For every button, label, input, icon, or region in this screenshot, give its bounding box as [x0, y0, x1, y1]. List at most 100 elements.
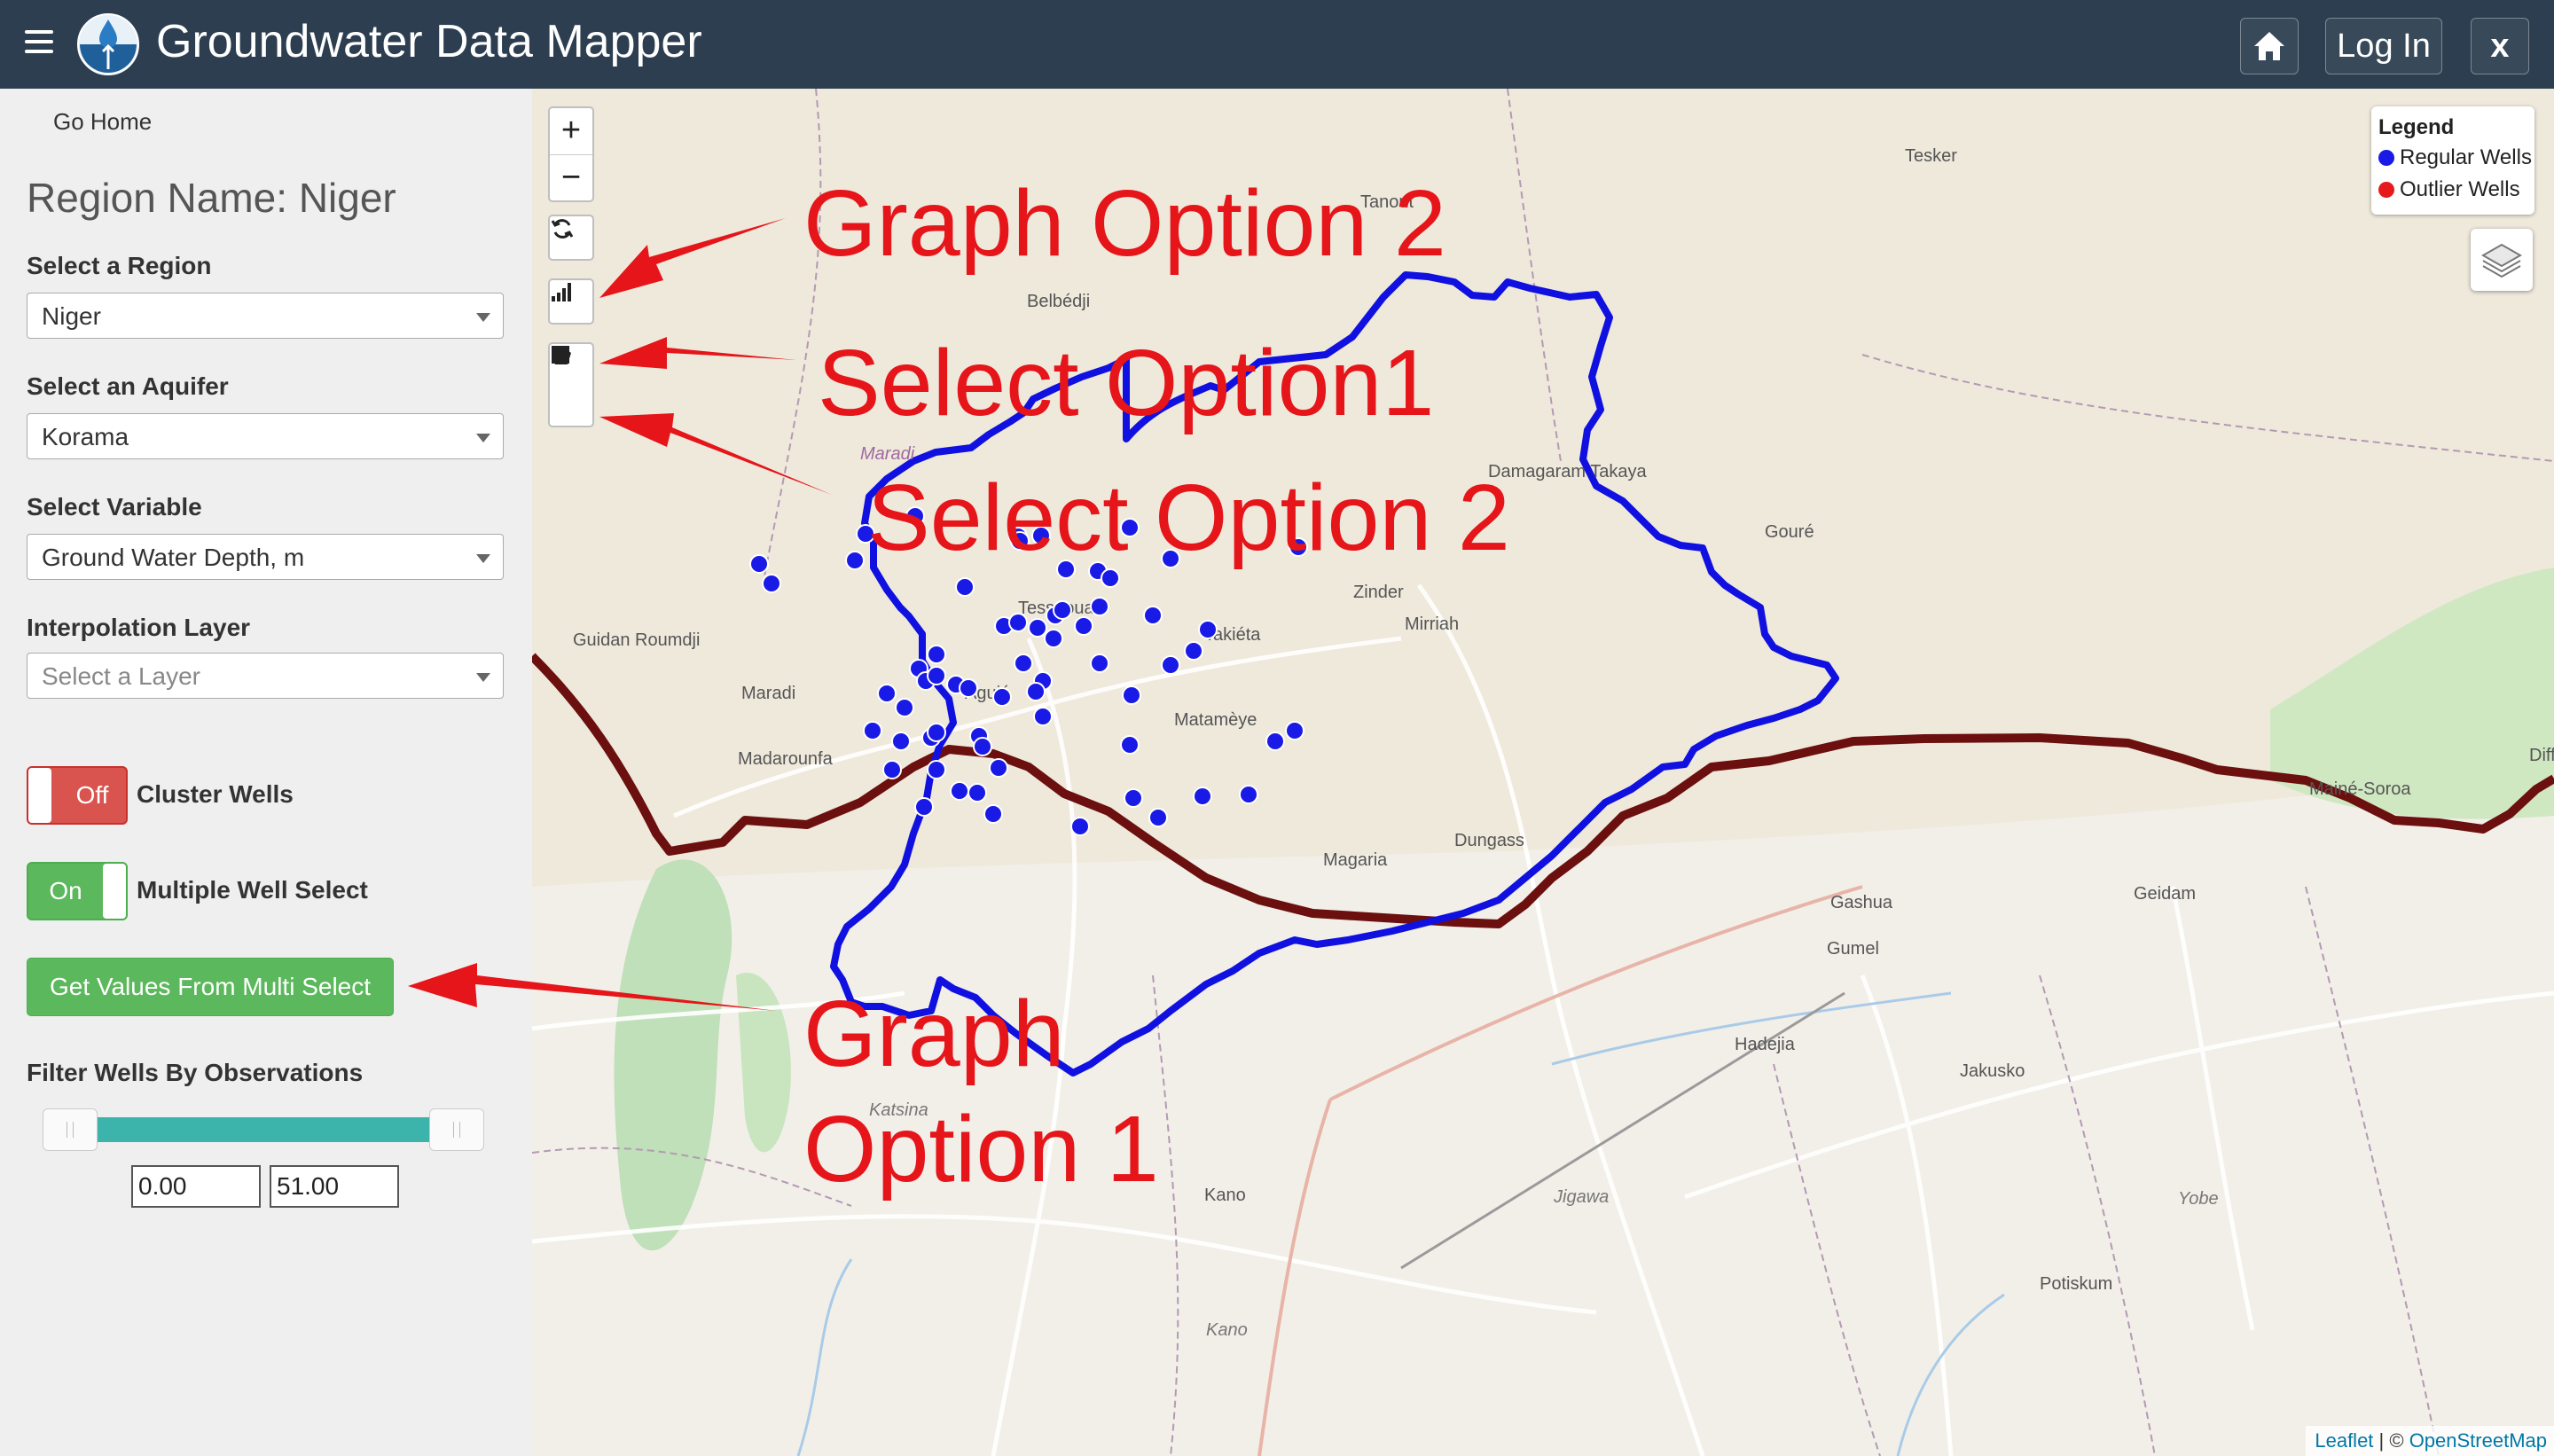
- well-marker[interactable]: [1074, 616, 1093, 636]
- well-marker[interactable]: [973, 737, 992, 756]
- zoom-in-button[interactable]: +: [550, 108, 592, 154]
- toggle-knob: [28, 768, 51, 823]
- well-marker[interactable]: [1070, 817, 1090, 836]
- interpolation-layer-select[interactable]: Select a Layer: [27, 653, 504, 699]
- variable-select-value: Ground Water Depth, m: [42, 544, 305, 571]
- filter-min-input[interactable]: [131, 1165, 261, 1208]
- well-marker[interactable]: [955, 577, 975, 597]
- well-marker[interactable]: [1026, 682, 1046, 701]
- login-button[interactable]: Log In: [2325, 18, 2442, 74]
- region-select-value: Niger: [42, 302, 101, 330]
- well-marker[interactable]: [968, 783, 987, 802]
- place-label: Maradi: [860, 444, 915, 464]
- well-marker[interactable]: [1008, 613, 1028, 632]
- well-marker[interactable]: [1285, 721, 1304, 740]
- slider-min-handle[interactable]: [43, 1108, 98, 1151]
- rectangle-draw-icon[interactable]: [550, 344, 571, 365]
- well-marker[interactable]: [882, 760, 902, 779]
- home-button[interactable]: [2240, 18, 2299, 74]
- well-marker[interactable]: [877, 684, 897, 703]
- well-marker[interactable]: [914, 797, 934, 817]
- zoom-out-button[interactable]: −: [550, 154, 592, 201]
- slider-max-handle[interactable]: [429, 1108, 484, 1151]
- well-marker[interactable]: [1265, 732, 1285, 751]
- well-marker[interactable]: [845, 551, 865, 570]
- well-marker[interactable]: [1101, 568, 1120, 588]
- graph-option-2-button[interactable]: [548, 278, 594, 325]
- well-marker[interactable]: [762, 574, 781, 593]
- well-marker[interactable]: [1090, 654, 1109, 673]
- sidebar-panel: Go Home Region Name: Niger Select a Regi…: [0, 89, 532, 1456]
- well-marker[interactable]: [1184, 641, 1203, 661]
- well-marker[interactable]: [989, 758, 1008, 778]
- cluster-wells-toggle[interactable]: Off: [27, 766, 128, 825]
- legend-item-outlier-wells: Outlier Wells: [2378, 177, 2520, 202]
- region-select-label: Select a Region: [27, 252, 212, 279]
- close-button[interactable]: x: [2471, 18, 2529, 74]
- well-marker[interactable]: [1124, 788, 1143, 808]
- well-marker[interactable]: [1122, 685, 1141, 705]
- cluster-toggle-state: Off: [75, 781, 109, 809]
- well-marker[interactable]: [992, 687, 1012, 707]
- well-marker[interactable]: [1053, 600, 1072, 620]
- attribution-separator: | ©: [2373, 1429, 2409, 1452]
- well-marker[interactable]: [950, 781, 969, 801]
- well-marker[interactable]: [1090, 597, 1109, 616]
- observation-range-slider[interactable]: [46, 1117, 475, 1142]
- annotation-select-option-1: Select Option1: [818, 331, 1435, 435]
- well-marker[interactable]: [1028, 618, 1047, 638]
- well-marker[interactable]: [959, 678, 978, 698]
- get-values-multi-select-button[interactable]: Get Values From Multi Select: [27, 958, 394, 1016]
- well-marker[interactable]: [1198, 620, 1218, 639]
- well-marker[interactable]: [927, 666, 946, 685]
- annotation-graph-option-1-line2: Option 1: [803, 1097, 1159, 1202]
- place-label: Gashua: [1830, 893, 1893, 912]
- annotation-graph-option-1-line1: Graph: [803, 982, 1065, 1086]
- well-marker[interactable]: [983, 804, 1003, 824]
- well-marker[interactable]: [927, 723, 946, 742]
- well-marker[interactable]: [1239, 785, 1258, 804]
- well-marker[interactable]: [1014, 654, 1033, 673]
- region-select[interactable]: Niger: [27, 293, 504, 339]
- well-marker[interactable]: [895, 698, 914, 717]
- place-label: Matamèye: [1174, 710, 1257, 730]
- map-legend: Legend Regular Wells Outlier Wells: [2371, 106, 2534, 215]
- place-label: Geidam: [2134, 884, 2196, 904]
- well-marker[interactable]: [1033, 707, 1053, 726]
- well-marker[interactable]: [1193, 787, 1212, 806]
- filter-max-input[interactable]: [270, 1165, 399, 1208]
- leaflet-link[interactable]: Leaflet: [2315, 1429, 2373, 1452]
- layers-button[interactable]: [2471, 229, 2533, 291]
- place-label: Belbédji: [1027, 292, 1090, 311]
- place-label: Gouré: [1765, 522, 1814, 542]
- variable-select[interactable]: Ground Water Depth, m: [27, 534, 504, 580]
- well-marker[interactable]: [749, 554, 769, 574]
- well-marker[interactable]: [927, 760, 946, 779]
- annotation-select-option-2: Select Option 2: [867, 466, 1510, 570]
- well-marker[interactable]: [1143, 606, 1163, 625]
- refresh-map-button[interactable]: [548, 215, 594, 261]
- well-marker[interactable]: [1120, 735, 1140, 755]
- aquifer-select-value: Korama: [42, 423, 129, 450]
- well-marker[interactable]: [1148, 808, 1168, 827]
- go-home-link[interactable]: Go Home: [53, 108, 152, 136]
- dropdown-caret-icon: [476, 673, 490, 682]
- basemap: Tesker Tanout Belbédji Maradi Damagaram …: [532, 89, 2554, 1456]
- well-marker[interactable]: [1161, 655, 1180, 675]
- aquifer-select[interactable]: Korama: [27, 413, 504, 459]
- map-attribution: Leaflet | © OpenStreetMap: [2306, 1426, 2554, 1456]
- multiple-well-select-toggle[interactable]: On: [27, 862, 128, 920]
- well-marker[interactable]: [891, 732, 911, 751]
- place-label: Damagaram Takaya: [1488, 462, 1647, 481]
- map-view[interactable]: Tesker Tanout Belbédji Maradi Damagaram …: [532, 89, 2554, 1456]
- well-marker[interactable]: [1044, 629, 1063, 648]
- cluster-wells-label: Cluster Wells: [137, 780, 294, 808]
- legend-item-regular-wells: Regular Wells: [2378, 145, 2532, 170]
- place-label: Tesker: [1905, 146, 1957, 166]
- zoom-control: + −: [548, 106, 594, 202]
- well-marker[interactable]: [863, 721, 882, 740]
- legend-title: Legend: [2378, 115, 2455, 139]
- well-marker[interactable]: [927, 645, 946, 664]
- hamburger-menu-icon[interactable]: [25, 30, 53, 57]
- openstreetmap-link[interactable]: OpenStreetMap: [2409, 1429, 2547, 1452]
